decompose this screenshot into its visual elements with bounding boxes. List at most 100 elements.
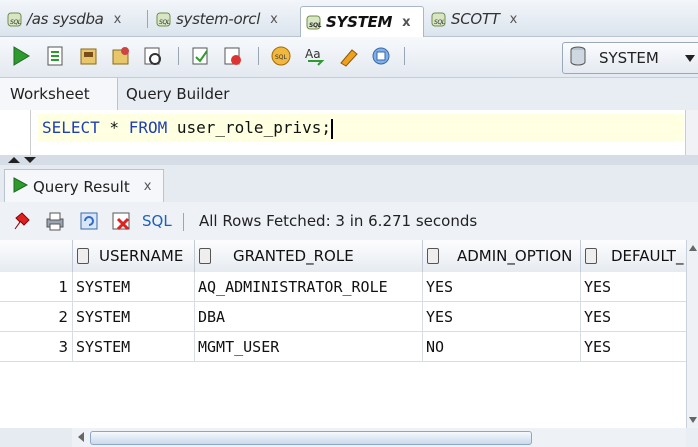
column-header-label: GRANTED_ROLE (233, 247, 354, 265)
tab-label: /as sysdba (27, 10, 104, 28)
table-cell[interactable]: AQ_ADMINISTRATOR_ROLE (194, 272, 422, 302)
table-cell[interactable]: SYSTEM (72, 332, 194, 362)
result-grid: USERNAME GRANTED_ROLE ADMIN_OPTION DEFAU… (0, 240, 686, 428)
table-cell[interactable]: MGMT_USER (194, 332, 422, 362)
table-cell[interactable]: SYSTEM (72, 302, 194, 332)
close-icon[interactable]: x (270, 12, 278, 27)
format-case-icon[interactable]: Aa (304, 45, 326, 67)
tab-scott[interactable]: SQL SCOTT x (430, 5, 517, 33)
column-type-icon (585, 248, 597, 264)
column-header-granted-role[interactable]: GRANTED_ROLE (194, 240, 422, 272)
sql-file-icon: SQL (6, 10, 24, 28)
line-gutter (0, 110, 31, 155)
current-line[interactable]: SELECT * FROM user_role_privs; (38, 114, 684, 142)
row-number: 3 (0, 332, 72, 362)
row-number: 1 (0, 272, 72, 302)
worksheet-toolbar: SQL Aa SYSTEM (0, 37, 698, 78)
tab-system-orcl[interactable]: SQL system-orcl x (155, 5, 278, 33)
fetch-status-text: All Rows Fetched: 3 in 6.271 seconds (199, 212, 478, 230)
tab-query-builder-label: Query Builder (126, 85, 230, 103)
explain-plan-icon[interactable] (190, 45, 212, 67)
table-cell[interactable]: YES (580, 302, 686, 332)
column-header-username[interactable]: USERNAME (72, 240, 194, 272)
table-cell[interactable]: YES (422, 302, 580, 332)
scroll-left-icon[interactable] (76, 431, 86, 443)
pin-icon[interactable] (10, 210, 32, 232)
delete-rows-icon[interactable] (110, 210, 132, 232)
clear-icon[interactable] (338, 45, 360, 67)
sql-file-icon: SQL (155, 10, 173, 28)
query-builder-icon[interactable] (370, 45, 392, 67)
editor-vertical-scrollbar[interactable] (685, 110, 698, 155)
svg-text:SQL: SQL (159, 19, 170, 26)
result-tabs-bar: Query Result x (0, 165, 698, 203)
tab-as-sysdba[interactable]: SQL /as sysdba x (6, 5, 121, 33)
sql-link[interactable]: SQL (142, 202, 172, 240)
tab-worksheet-label: Worksheet (10, 85, 90, 103)
tab-label: SCOTT (451, 10, 500, 28)
svg-text:SQL: SQL (275, 54, 288, 61)
close-icon[interactable]: x (510, 12, 518, 27)
table-cell[interactable]: DBA (194, 302, 422, 332)
run-statement-icon[interactable] (10, 45, 32, 67)
commit-icon[interactable] (78, 45, 100, 67)
svg-text:SQL: SQL (309, 22, 322, 29)
scrollbar-thumb[interactable] (90, 431, 532, 445)
grid-corner (0, 428, 72, 447)
table-row[interactable]: 2 SYSTEM DBA YES YES (0, 302, 686, 332)
column-header-label: ADMIN_OPTION (457, 247, 573, 265)
print-icon[interactable] (44, 210, 66, 232)
svg-text:SQL: SQL (434, 19, 445, 26)
run-result-icon (11, 176, 29, 198)
tune-icon[interactable] (142, 45, 164, 67)
rollback-icon[interactable] (110, 45, 132, 67)
table-cell[interactable]: NO (422, 332, 580, 362)
table-row[interactable]: 1 SYSTEM AQ_ADMINISTRATOR_ROLE YES YES (0, 272, 686, 302)
column-header-label: USERNAME (99, 247, 184, 265)
column-type-icon (427, 248, 439, 264)
table-cell[interactable]: YES (422, 272, 580, 302)
code-text: * (99, 118, 129, 137)
tab-query-builder[interactable]: Query Builder (126, 78, 229, 110)
refresh-icon[interactable] (78, 210, 100, 232)
result-toolbar: SQL All Rows Fetched: 3 in 6.271 seconds (0, 202, 698, 240)
close-icon[interactable]: x (402, 15, 410, 30)
tab-worksheet[interactable]: Worksheet (0, 78, 118, 110)
table-cell[interactable]: YES (580, 332, 686, 362)
run-script-icon[interactable] (44, 45, 66, 67)
autotrace-icon[interactable] (222, 45, 244, 67)
svg-text:Aa: Aa (305, 47, 321, 61)
row-number: 2 (0, 302, 72, 332)
text-caret (331, 118, 333, 139)
connection-selector[interactable]: SYSTEM (562, 42, 698, 74)
table-cell[interactable]: SYSTEM (72, 272, 194, 302)
sql-editor[interactable]: SELECT * FROM user_role_privs; (0, 110, 698, 155)
tab-query-result[interactable]: Query Result x (4, 169, 164, 203)
svg-text:SQL: SQL (10, 19, 21, 26)
column-header-admin-option[interactable]: ADMIN_OPTION (422, 240, 580, 272)
scroll-down-icon[interactable] (688, 416, 698, 424)
grid-header: USERNAME GRANTED_ROLE ADMIN_OPTION DEFAU… (0, 240, 686, 273)
database-icon (569, 46, 587, 70)
column-type-icon (199, 248, 211, 264)
pane-splitter[interactable] (0, 155, 698, 165)
table-row[interactable]: 3 SYSTEM MGMT_USER NO YES (0, 332, 686, 362)
sql-history-icon[interactable]: SQL (270, 45, 292, 67)
close-icon[interactable]: x (144, 179, 152, 194)
connection-tabs-bar: SQL /as sysdba x SQL system-orcl x SQL S… (0, 0, 698, 37)
editor-mode-tabs: Worksheet Query Builder (0, 78, 698, 111)
sql-file-icon: SQL (430, 10, 448, 28)
tab-system[interactable]: SQL SYSTEM x (300, 6, 424, 37)
grid-horizontal-scrollbar[interactable] (72, 428, 686, 447)
sql-file-icon: SQL (305, 13, 323, 31)
tab-label: SYSTEM (326, 13, 393, 31)
connection-selector-value: SYSTEM (599, 49, 659, 67)
column-type-icon (77, 248, 89, 264)
scroll-up-icon[interactable] (688, 244, 698, 252)
close-icon[interactable]: x (114, 12, 122, 27)
grid-vertical-scrollbar[interactable] (686, 240, 698, 428)
column-header-default-role[interactable]: DEFAULT_ (580, 240, 686, 272)
table-cell[interactable]: YES (580, 272, 686, 302)
tab-query-result-label: Query Result (33, 177, 130, 196)
keyword-select: SELECT (42, 118, 100, 137)
